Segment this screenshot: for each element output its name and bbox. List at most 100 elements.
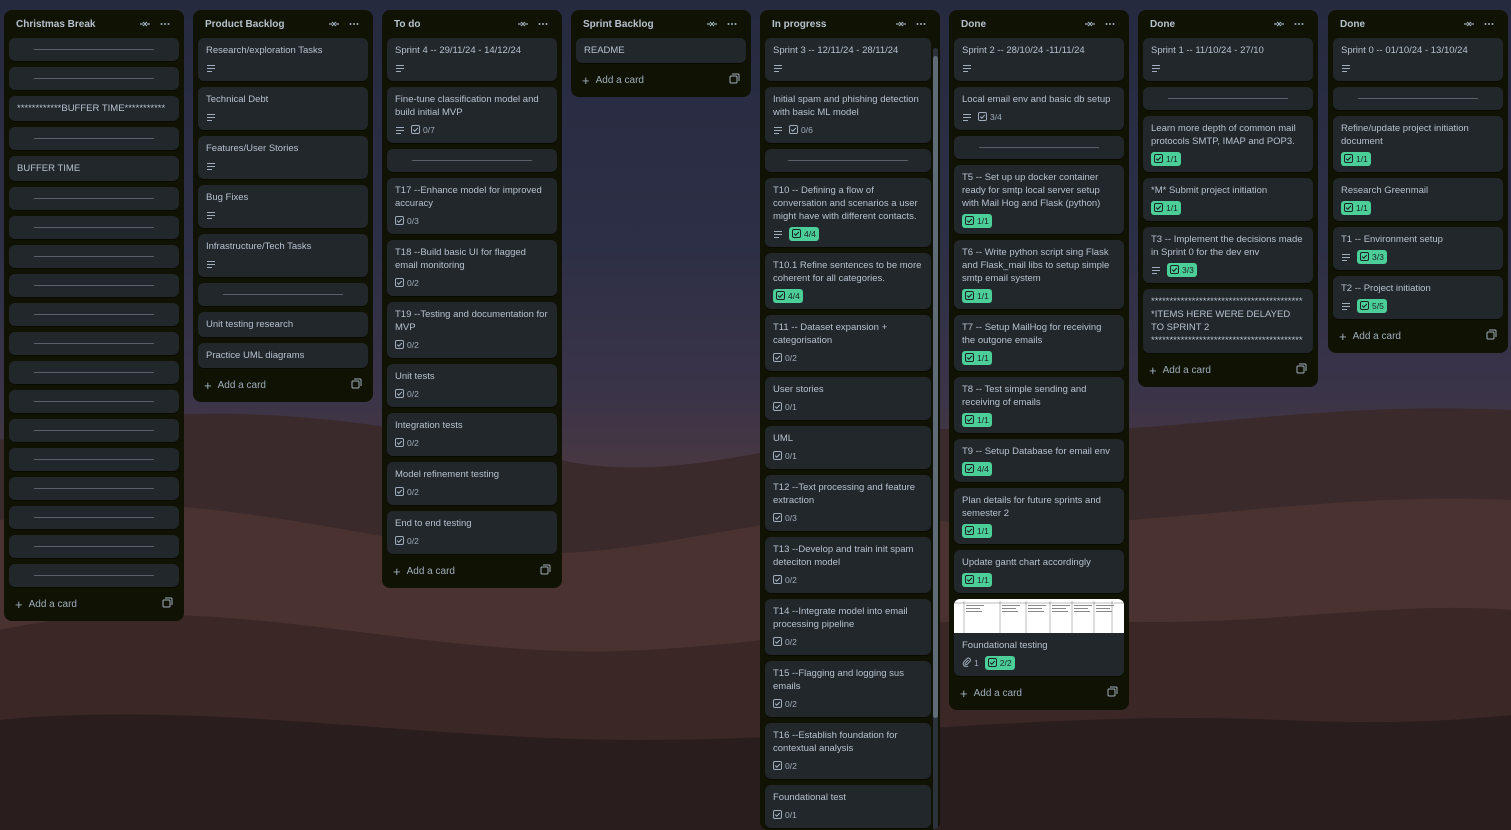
collapse-icon[interactable] [1461, 16, 1477, 32]
list-title[interactable]: Product Backlog [205, 19, 322, 30]
card[interactable]: Local email env and basic db setup 3/4 [954, 87, 1124, 130]
template-icon[interactable] [540, 564, 551, 578]
list-title[interactable]: Done [1340, 19, 1457, 30]
separator-card[interactable] [9, 216, 179, 239]
card[interactable]: T17 --Enhance model for improved accurac… [387, 178, 557, 234]
card[interactable]: T9 -- Setup Database for email env 4/4 [954, 439, 1124, 482]
card[interactable]: T13 --Develop and train init spam deteci… [765, 537, 931, 593]
more-icon[interactable] [346, 16, 362, 32]
card[interactable]: Sprint 1 -- 11/10/24 - 27/10 [1143, 38, 1313, 81]
list-done-s0[interactable]: Done Sprint 0 -- 01/10/24 - 13/10/24 Refin… [1328, 10, 1508, 353]
card[interactable]: Initial spam and phishing detection with… [765, 87, 931, 143]
more-icon[interactable] [1291, 16, 1307, 32]
collapse-icon[interactable] [704, 16, 720, 32]
separator-card[interactable] [9, 535, 179, 558]
separator-card[interactable] [1143, 87, 1313, 110]
separator-card[interactable] [9, 361, 179, 384]
more-icon[interactable] [1102, 16, 1118, 32]
add-card-button[interactable]: + Add a card [954, 682, 1124, 704]
card[interactable]: Update gantt chart accordingly 1/1 [954, 550, 1124, 593]
separator-card[interactable] [387, 149, 557, 172]
list-inprogress[interactable]: In progress Sprint 3 -- 12/11/24 - 28/11/… [760, 10, 940, 830]
separator-card[interactable] [9, 506, 179, 529]
card[interactable]: Research Greenmail 1/1 [1333, 178, 1503, 221]
card[interactable]: Unit tests 0/2 [387, 364, 557, 407]
add-card-button[interactable]: + Add a card [1143, 359, 1313, 381]
separator-card[interactable] [9, 67, 179, 90]
card[interactable]: T19 --Testing and documentation for MVP 0… [387, 302, 557, 358]
card[interactable]: T1 -- Environment setup 3/3 [1333, 227, 1503, 270]
separator-card[interactable] [9, 127, 179, 150]
separator-card[interactable] [9, 448, 179, 471]
template-icon[interactable] [1296, 363, 1307, 377]
separator-card[interactable] [765, 149, 931, 172]
card[interactable]: UML 0/1 [765, 426, 931, 469]
card[interactable]: Sprint 2 -- 28/10/24 -11/11/24 [954, 38, 1124, 81]
card[interactable]: Features/User Stories [198, 136, 368, 179]
card[interactable]: T15 --Flagging and logging sus emails 0/2 [765, 661, 931, 717]
collapse-icon[interactable] [1082, 16, 1098, 32]
collapse-icon[interactable] [137, 16, 153, 32]
card[interactable]: Plan details for future sprints and seme… [954, 488, 1124, 544]
list-title[interactable]: To do [394, 19, 511, 30]
card[interactable]: Model refinement testing 0/2 [387, 462, 557, 505]
separator-card[interactable] [9, 274, 179, 297]
template-icon[interactable] [729, 73, 740, 87]
card[interactable]: Practice UML diagrams [198, 343, 368, 368]
card[interactable]: End to end testing 0/2 [387, 511, 557, 554]
card[interactable]: *M* Submit project initiation 1/1 [1143, 178, 1313, 221]
card[interactable]: Fine-tune classification model and build… [387, 87, 557, 143]
add-card-button[interactable]: + Add a card [576, 69, 746, 91]
add-card-button[interactable]: + Add a card [387, 560, 557, 582]
card[interactable]: User stories 0/1 [765, 377, 931, 420]
card[interactable]: T10.1 Refine sentences to be more cohere… [765, 253, 931, 309]
card[interactable]: README [576, 38, 746, 63]
card[interactable]: T7 -- Setup MailHog for receiving the ou… [954, 315, 1124, 371]
collapse-icon[interactable] [326, 16, 342, 32]
list-christmas[interactable]: Christmas Break ************BUFFER TIME**… [4, 10, 184, 621]
add-card-button[interactable]: + Add a card [198, 374, 368, 396]
scrollbar-thumb[interactable] [933, 56, 938, 718]
separator-card[interactable] [1333, 87, 1503, 110]
add-card-button[interactable]: + Add a card [1333, 325, 1503, 347]
card[interactable]: T10 -- Defining a flow of conversation a… [765, 178, 931, 247]
more-icon[interactable] [913, 16, 929, 32]
card[interactable]: T5 -- Set up up docker container ready f… [954, 165, 1124, 234]
more-icon[interactable] [1481, 16, 1497, 32]
card[interactable]: Foundational testing 1 2/2 [954, 599, 1124, 676]
card[interactable]: T6 -- Write python script sing Flask and… [954, 240, 1124, 309]
separator-card[interactable] [9, 419, 179, 442]
card[interactable]: T18 --Build basic UI for flagged email m… [387, 240, 557, 296]
more-icon[interactable] [157, 16, 173, 32]
separator-card[interactable] [198, 283, 368, 306]
card[interactable]: ************BUFFER TIME*********** [9, 96, 179, 121]
card[interactable]: ****************************************… [1143, 289, 1313, 353]
template-icon[interactable] [1486, 329, 1497, 343]
separator-card[interactable] [9, 390, 179, 413]
card[interactable]: Bug Fixes [198, 185, 368, 228]
separator-card[interactable] [9, 38, 179, 61]
list-done-s1[interactable]: Done Sprint 1 -- 11/10/24 - 27/10 Learn mo… [1138, 10, 1318, 387]
card[interactable]: T2 -- Project initiation 5/5 [1333, 276, 1503, 319]
separator-card[interactable] [9, 187, 179, 210]
more-icon[interactable] [535, 16, 551, 32]
list-done-s2[interactable]: Done Sprint 2 -- 28/10/24 -11/11/24 Local … [949, 10, 1129, 710]
card[interactable]: T14 --Integrate model into email process… [765, 599, 931, 655]
list-title[interactable]: Christmas Break [16, 19, 133, 30]
collapse-icon[interactable] [1271, 16, 1287, 32]
list-title[interactable]: Sprint Backlog [583, 19, 700, 30]
card[interactable]: Infrastructure/Tech Tasks [198, 234, 368, 277]
separator-card[interactable] [9, 245, 179, 268]
card[interactable]: Unit testing research [198, 312, 368, 337]
card[interactable]: T12 --Text processing and feature extrac… [765, 475, 931, 531]
list-scrollbar[interactable] [933, 48, 938, 830]
card[interactable]: Integration tests 0/2 [387, 413, 557, 456]
separator-card[interactable] [9, 332, 179, 355]
separator-card[interactable] [954, 136, 1124, 159]
card[interactable]: Sprint 3 -- 12/11/24 - 28/11/24 [765, 38, 931, 81]
template-icon[interactable] [351, 378, 362, 392]
list-todo[interactable]: To do Sprint 4 -- 29/11/24 - 14/12/24 Fine… [382, 10, 562, 588]
separator-card[interactable] [9, 564, 179, 587]
card[interactable]: Technical Debt [198, 87, 368, 130]
list-title[interactable]: Done [961, 19, 1078, 30]
